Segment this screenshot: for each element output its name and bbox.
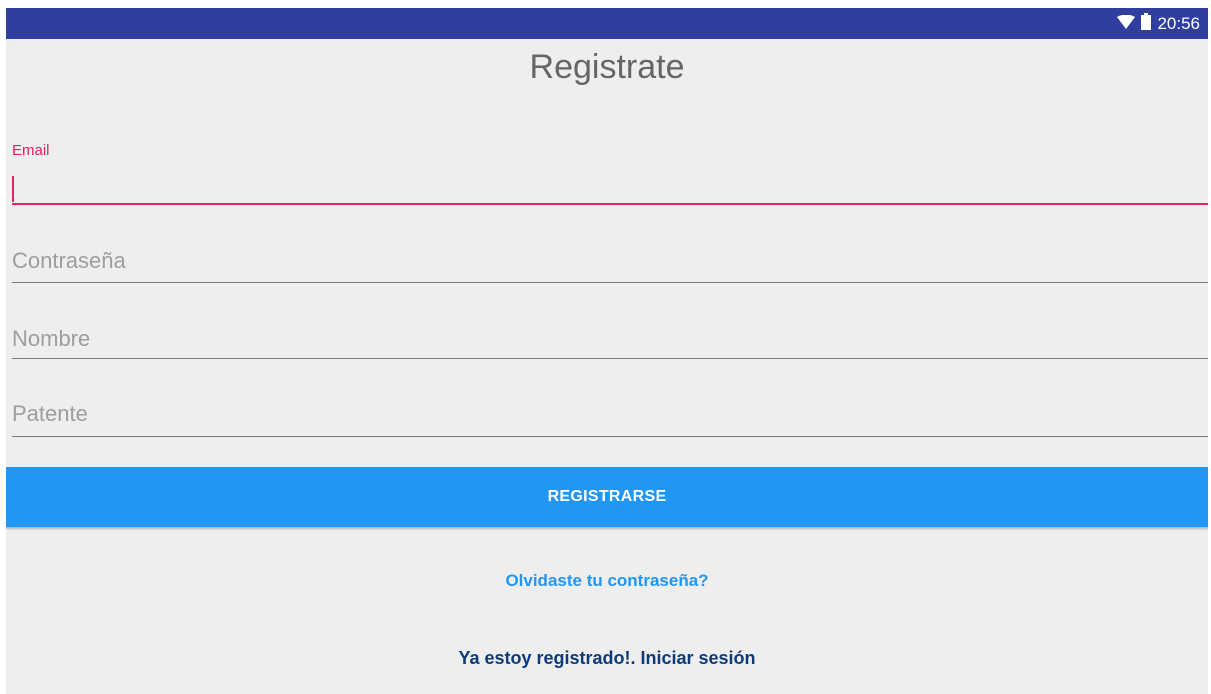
- page-title: Registrate: [529, 48, 685, 86]
- status-time: 20:56: [1157, 13, 1200, 33]
- battery-icon: [1141, 12, 1152, 35]
- plate-field[interactable]: Patente: [12, 401, 88, 427]
- email-field[interactable]: [12, 176, 14, 202]
- status-bar: 20:56: [6, 8, 1208, 39]
- password-field[interactable]: Contraseña: [12, 248, 126, 274]
- name-underline: [12, 358, 1208, 359]
- password-underline: [12, 282, 1208, 283]
- register-button[interactable]: REGISTRARSE: [6, 467, 1208, 527]
- name-field[interactable]: Nombre: [12, 326, 90, 352]
- login-link[interactable]: Ya estoy registrado!. Iniciar sesión: [6, 648, 1208, 669]
- plate-underline: [12, 436, 1208, 437]
- forgot-password-link[interactable]: Olvidaste tu contraseña?: [6, 571, 1208, 591]
- app-screen: 20:56 Registrate Email Contraseña Nombre…: [6, 8, 1208, 694]
- email-underline: [12, 203, 1208, 205]
- email-label: Email: [12, 142, 50, 159]
- wifi-icon: [1117, 14, 1136, 34]
